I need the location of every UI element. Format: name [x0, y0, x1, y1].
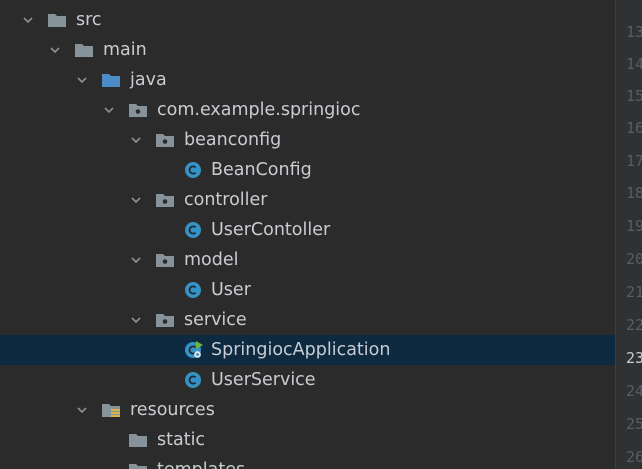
package-icon	[156, 254, 174, 267]
tree-node-label: templates	[157, 460, 245, 469]
tree-node-resources[interactable]: resources	[0, 395, 615, 425]
line-number: 18	[626, 184, 642, 202]
spring-boot-app-icon	[185, 341, 203, 358]
line-number: 15	[626, 87, 642, 105]
tree-node-userservice-class[interactable]: UserService	[0, 365, 615, 395]
tree-node-java[interactable]: java	[0, 65, 615, 95]
tree-node-springiocapplication-class[interactable]: SpringiocApplication	[0, 335, 615, 365]
chevron-down-icon[interactable]	[103, 104, 115, 116]
tree-node-label: UserService	[211, 370, 316, 390]
tree-node-label: BeanConfig	[211, 160, 312, 180]
chevron-down-icon[interactable]	[22, 14, 34, 26]
tree-node-user-class[interactable]: User	[0, 275, 615, 305]
tree-node-package-root[interactable]: com.example.springioc	[0, 95, 615, 125]
java-class-icon	[185, 372, 201, 388]
chevron-down-icon[interactable]	[130, 134, 142, 146]
package-icon	[156, 134, 174, 147]
tree-node-label: beanconfig	[184, 130, 282, 150]
tree-node-label: java	[130, 70, 167, 90]
source-folder-icon	[102, 74, 120, 87]
tree-node-beanconfig[interactable]: beanconfig	[0, 125, 615, 155]
tree-node-templates[interactable]: templates	[0, 455, 615, 469]
line-number: 16	[626, 119, 642, 137]
tree-node-src[interactable]: src	[0, 5, 615, 35]
line-number: 14	[626, 55, 642, 73]
tree-node-label: UserContoller	[211, 220, 331, 240]
tree-node-label: com.example.springioc	[157, 100, 361, 120]
line-number: 26	[626, 448, 642, 466]
resources-folder-icon	[102, 404, 120, 417]
current-line-number: 23	[626, 349, 642, 367]
line-number: 13	[626, 23, 642, 41]
tree-node-beanconfig-class[interactable]: BeanConfig	[0, 155, 615, 185]
tree-node-usercontoller-class[interactable]: UserContoller	[0, 215, 615, 245]
tree-node-label: model	[184, 250, 239, 270]
tree-node-label: main	[103, 40, 147, 60]
folder-icon	[48, 14, 66, 27]
tree-node-label: User	[211, 280, 251, 300]
tree-node-label: src	[76, 10, 102, 30]
folder-icon	[129, 464, 147, 469]
editor-line-number-gutter: 13 14 15 16 17 18 19 20 21 22 23 24 25 2…	[615, 0, 642, 469]
tree-node-static[interactable]: static	[0, 425, 615, 455]
tree-node-label: SpringiocApplication	[211, 340, 391, 360]
line-number: 25	[626, 415, 642, 433]
tree-node-label: static	[157, 430, 206, 450]
chevron-down-icon[interactable]	[49, 44, 61, 56]
line-number: 20	[626, 250, 642, 268]
line-number: 17	[626, 152, 642, 170]
java-class-icon	[185, 222, 201, 238]
line-number: 22	[626, 316, 642, 334]
line-number: 19	[626, 217, 642, 235]
tree-node-controller[interactable]: controller	[0, 185, 615, 215]
folder-icon	[129, 434, 147, 447]
project-tree: src main java com.example.springioc bean…	[0, 0, 615, 469]
chevron-down-icon[interactable]	[130, 314, 142, 326]
package-icon	[156, 314, 174, 327]
line-number: 24	[626, 382, 642, 400]
tree-node-model[interactable]: model	[0, 245, 615, 275]
chevron-down-icon[interactable]	[130, 254, 142, 266]
package-icon	[156, 194, 174, 207]
tree-node-service[interactable]: service	[0, 305, 615, 335]
tree-node-main[interactable]: main	[0, 35, 615, 65]
tree-node-label: controller	[184, 190, 268, 210]
line-number: 21	[626, 283, 642, 301]
chevron-down-icon[interactable]	[76, 74, 88, 86]
java-class-icon	[185, 162, 201, 178]
tree-node-label: resources	[130, 400, 215, 420]
folder-icon	[75, 44, 93, 57]
java-class-icon	[185, 282, 201, 298]
tree-node-label: service	[184, 310, 247, 330]
chevron-down-icon[interactable]	[76, 404, 88, 416]
chevron-down-icon[interactable]	[130, 194, 142, 206]
package-icon	[129, 104, 147, 117]
